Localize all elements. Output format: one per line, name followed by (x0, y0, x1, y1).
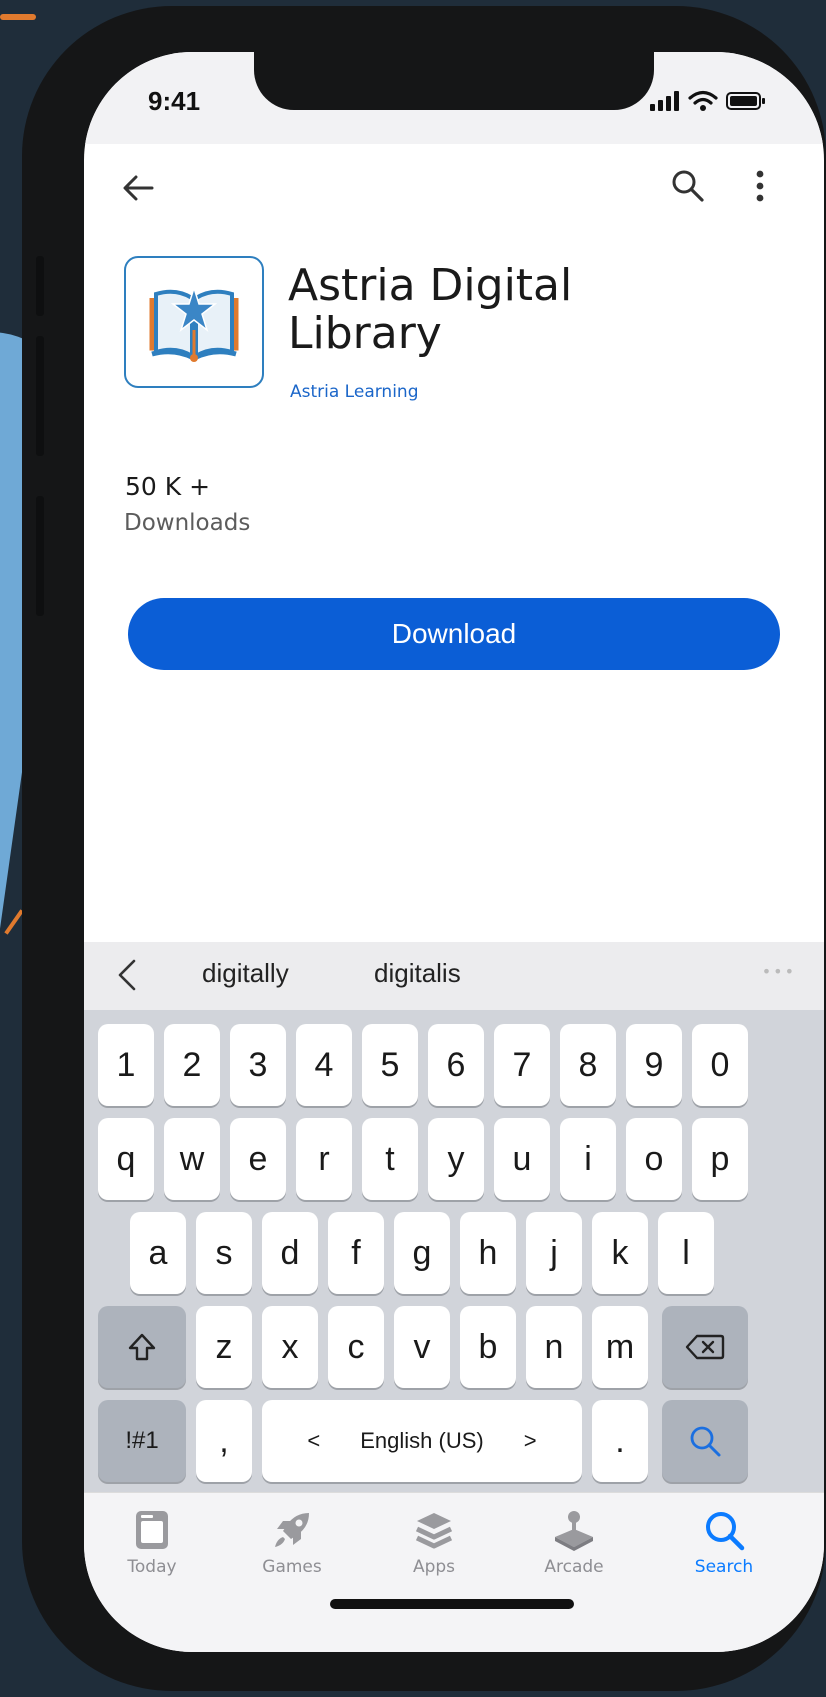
backspace-icon (685, 1334, 725, 1360)
shift-key[interactable] (98, 1306, 186, 1388)
key[interactable]: u (494, 1118, 550, 1200)
search-key[interactable] (662, 1400, 748, 1482)
suggestion-item[interactable]: digitally (202, 958, 289, 989)
tab-bar: Today Games Apps Arcade Search (84, 1492, 824, 1652)
tab-apps[interactable]: Apps (374, 1509, 494, 1599)
search-icon (690, 1426, 721, 1457)
keyboard: digitally digitalis ••• 1 2 3 4 5 6 7 8 … (84, 942, 824, 1492)
key[interactable]: h (460, 1212, 516, 1294)
downloads-count: 50 K + (125, 472, 211, 501)
search-icon (706, 1512, 745, 1551)
key[interactable]: m (592, 1306, 648, 1388)
status-icons (650, 90, 766, 112)
phone-frame: 9:41 Astria Digital Library Astria Learn… (22, 6, 826, 1691)
key[interactable]: 5 (362, 1024, 418, 1106)
wifi-icon (688, 90, 718, 111)
tab-arcade[interactable]: Arcade (514, 1509, 634, 1599)
key[interactable]: d (262, 1212, 318, 1294)
key[interactable]: n (526, 1306, 582, 1388)
key[interactable]: 3 (230, 1024, 286, 1106)
key[interactable]: z (196, 1306, 252, 1388)
key[interactable]: o (626, 1118, 682, 1200)
key[interactable]: w (164, 1118, 220, 1200)
open-book-star-icon (149, 285, 239, 362)
cellular-signal-icon (650, 91, 679, 111)
phone-side-button (36, 496, 44, 616)
key[interactable]: 9 (626, 1024, 682, 1106)
key[interactable]: e (230, 1118, 286, 1200)
notch (254, 52, 654, 110)
app-icon[interactable] (124, 256, 264, 388)
key[interactable]: x (262, 1306, 318, 1388)
tab-today[interactable]: Today (92, 1509, 212, 1599)
tab-label: Search (694, 1557, 754, 1577)
layers-icon (415, 1513, 453, 1549)
phone-screen: 9:41 Astria Digital Library Astria Learn… (84, 52, 824, 1652)
background-line (4, 909, 24, 935)
rocket-icon (275, 1513, 309, 1547)
tab-search[interactable]: Search (664, 1509, 784, 1599)
key[interactable]: 8 (560, 1024, 616, 1106)
key[interactable]: l (658, 1212, 714, 1294)
key[interactable]: v (394, 1306, 450, 1388)
app-title-line: Astria Digital (288, 260, 573, 311)
key[interactable]: c (328, 1306, 384, 1388)
status-time: 9:41 (148, 86, 201, 116)
suggestion-item[interactable]: digitalis (374, 958, 461, 989)
chevron-left-icon[interactable] (112, 958, 142, 992)
key[interactable]: 1 (98, 1024, 154, 1106)
more-vertical-icon[interactable] (748, 166, 772, 206)
key[interactable]: a (130, 1212, 186, 1294)
language-prev[interactable]: < (307, 1428, 320, 1454)
key[interactable]: t (362, 1118, 418, 1200)
key[interactable]: s (196, 1212, 252, 1294)
backspace-key[interactable] (662, 1306, 748, 1388)
key[interactable]: g (394, 1212, 450, 1294)
key[interactable]: r (296, 1118, 352, 1200)
key[interactable]: p (692, 1118, 748, 1200)
space-key[interactable]: < English (US) > (262, 1400, 582, 1482)
key[interactable]: 2 (164, 1024, 220, 1106)
shift-icon (128, 1333, 156, 1361)
key[interactable]: k (592, 1212, 648, 1294)
language-label: English (US) (360, 1428, 484, 1453)
key[interactable]: j (526, 1212, 582, 1294)
tab-label: Games (262, 1557, 322, 1577)
download-button[interactable]: Download (128, 598, 780, 670)
language-next[interactable]: > (524, 1428, 537, 1454)
joystick-icon (555, 1511, 593, 1551)
more-suggestions-icon[interactable]: ••• (762, 962, 796, 981)
key[interactable]: 6 (428, 1024, 484, 1106)
today-icon (136, 1511, 168, 1549)
symbols-key[interactable]: !#1 (98, 1400, 186, 1482)
developer-link[interactable]: Astria Learning (290, 382, 419, 402)
app-title: Astria Digital Library (288, 262, 788, 358)
key[interactable]: 7 (494, 1024, 550, 1106)
key[interactable]: y (428, 1118, 484, 1200)
phone-side-button (36, 256, 44, 316)
tab-label: Today (127, 1557, 177, 1577)
key[interactable]: i (560, 1118, 616, 1200)
key[interactable]: 4 (296, 1024, 352, 1106)
suggestion-bar: digitally digitalis ••• (84, 942, 824, 1010)
arrow-left-icon[interactable] (118, 168, 158, 208)
phone-side-button (36, 336, 44, 456)
key[interactable]: 0 (692, 1024, 748, 1106)
tab-label: Arcade (544, 1557, 604, 1577)
battery-icon (726, 92, 765, 110)
key[interactable]: b (460, 1306, 516, 1388)
key[interactable]: q (98, 1118, 154, 1200)
key[interactable]: f (328, 1212, 384, 1294)
search-icon[interactable] (668, 166, 708, 206)
period-key[interactable]: . (592, 1400, 648, 1482)
downloads-label: Downloads (124, 510, 251, 536)
background-accent (0, 14, 36, 20)
comma-key[interactable]: , (196, 1400, 252, 1482)
app-title-line: Library (288, 308, 442, 359)
app-header (84, 144, 824, 234)
home-indicator[interactable] (330, 1599, 574, 1609)
tab-games[interactable]: Games (232, 1509, 352, 1599)
tab-label: Apps (412, 1557, 456, 1577)
